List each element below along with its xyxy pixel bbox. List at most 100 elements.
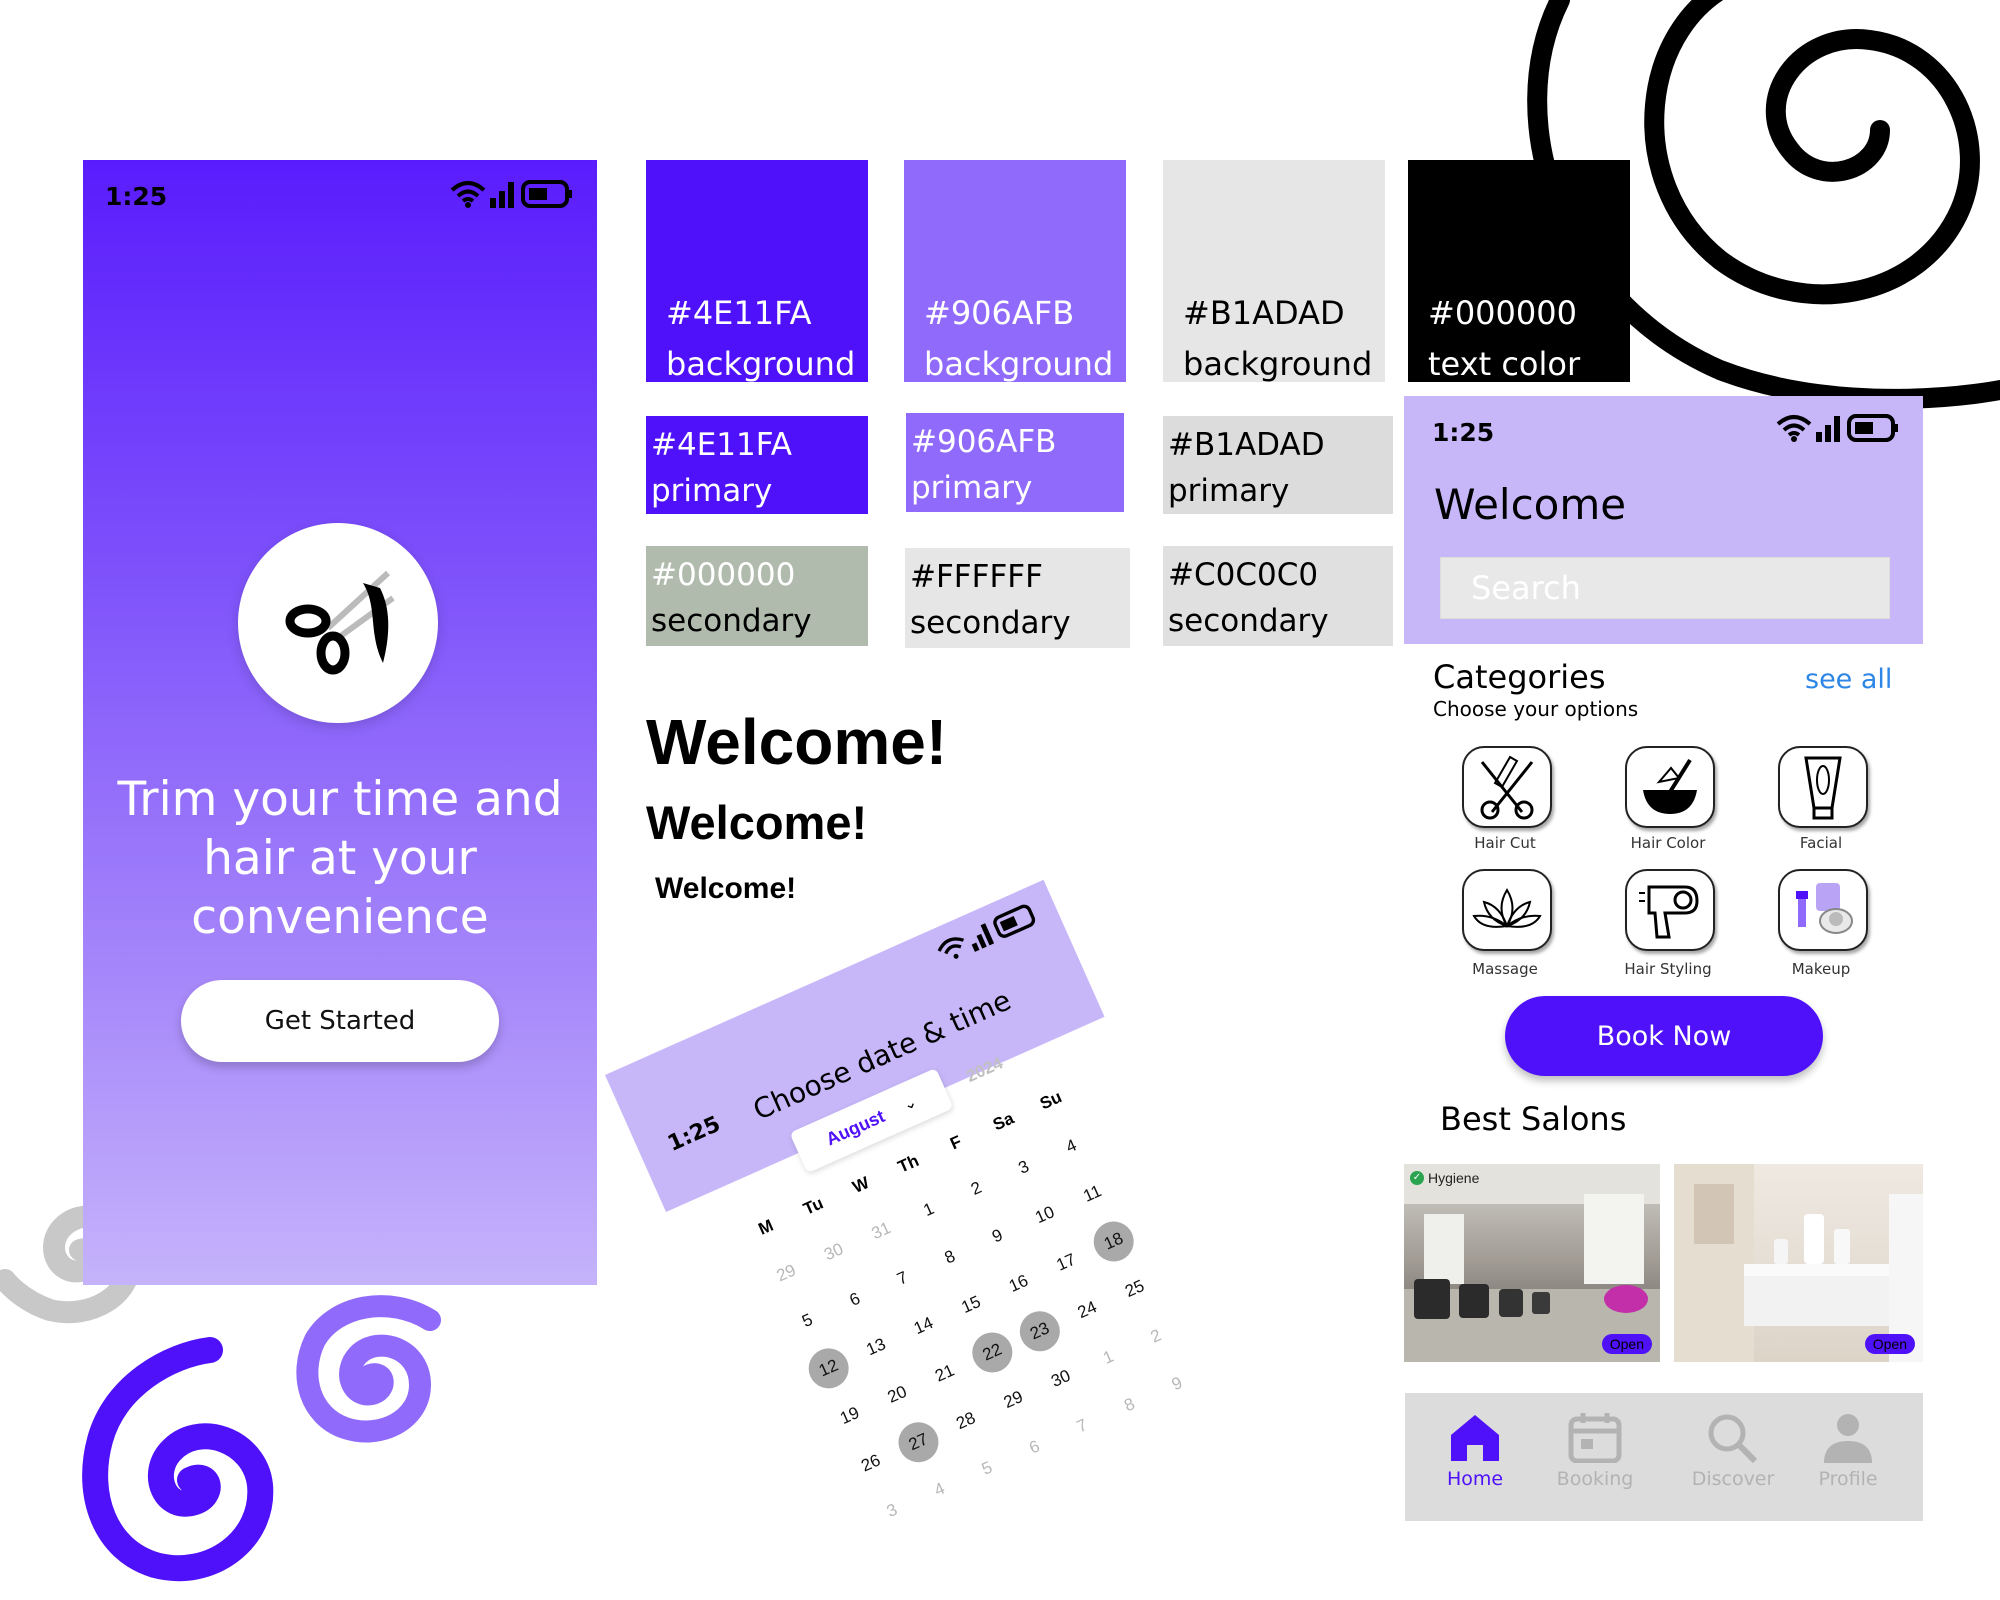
calendar-day[interactable]: 20 [871, 1368, 924, 1421]
status-time: 1:25 [1432, 418, 1495, 447]
calendar-day[interactable]: 2 [950, 1162, 1003, 1215]
calendar-icon [1568, 1413, 1622, 1464]
swatch-hex: #906AFB [911, 424, 1057, 460]
get-started-button[interactable]: Get Started [181, 980, 499, 1062]
wifi-icon [1776, 415, 1812, 442]
swatch-role: background [924, 345, 1114, 383]
calendar-day-selected[interactable]: 22 [965, 1326, 1019, 1379]
check-icon: ✓ [1410, 1171, 1424, 1185]
salon-card[interactable]: ✓ Hygiene Open [1404, 1164, 1660, 1362]
category-massage[interactable] [1462, 869, 1552, 951]
nav-booking[interactable]: Booking [1540, 1411, 1650, 1490]
onboarding-screen: 1:25 Trim your time and hair at your con… [83, 160, 597, 1285]
swatch-primary-1: #4E11FA primary [646, 416, 868, 514]
calendar-day[interactable]: 16 [992, 1257, 1045, 1310]
calendar-day[interactable]: 25 [1108, 1263, 1161, 1316]
calendar-day[interactable]: 19 [823, 1389, 876, 1442]
calendar-day[interactable]: 17 [1040, 1236, 1093, 1289]
calendar-day-selected[interactable]: 27 [892, 1415, 945, 1469]
calendar-day[interactable]: 31 [855, 1205, 908, 1258]
category-facial[interactable] [1778, 746, 1868, 828]
swatch-role: primary [1168, 473, 1290, 509]
swatch-primary-bg: #4E11FA background [646, 160, 868, 383]
battery-icon [521, 180, 572, 208]
calendar-day[interactable]: 21 [918, 1347, 971, 1400]
scissors-hair-icon [285, 570, 395, 675]
calendar-day[interactable]: 29 [760, 1247, 813, 1300]
hair-dryer-icon [1639, 885, 1699, 939]
weekday-label: W [849, 1173, 873, 1197]
weekday-label: Sa [989, 1108, 1017, 1135]
nav-home[interactable]: Home [1435, 1411, 1515, 1490]
swatch-role: secondary [910, 605, 1071, 641]
battery-icon [1847, 414, 1898, 442]
signal-icon [490, 182, 517, 208]
calendar-day[interactable]: 6 [829, 1273, 882, 1326]
calendar-day[interactable]: 9 [971, 1210, 1024, 1263]
calendar-day[interactable]: 28 [940, 1395, 993, 1448]
calendar-day[interactable]: 13 [850, 1321, 903, 1374]
status-icons [934, 901, 1041, 966]
calendar-day[interactable]: 1 [902, 1184, 955, 1237]
category-label: Massage [1472, 960, 1538, 978]
cream-tube-icon [1804, 756, 1842, 820]
category-label: Hair Cut [1474, 834, 1536, 852]
nav-discover[interactable]: Discover [1673, 1411, 1793, 1490]
home-header: 1:25 Welcome Search [1404, 396, 1923, 644]
swatch-role: background [666, 345, 856, 383]
hygiene-label: Hygiene [1428, 1170, 1480, 1186]
calendar-day[interactable]: 4 [913, 1463, 966, 1516]
calendar-day[interactable]: 14 [897, 1300, 950, 1353]
calendar-day[interactable]: 24 [1061, 1284, 1114, 1337]
calendar-day[interactable]: 3 [997, 1141, 1050, 1194]
category-hair-cut[interactable] [1462, 746, 1552, 828]
category-label: Hair Styling [1624, 960, 1712, 978]
tagline-line: Trim your time and [117, 772, 563, 827]
category-makeup[interactable] [1778, 869, 1868, 951]
open-badge: Open [1601, 1334, 1652, 1354]
calendar-day[interactable]: 6 [1008, 1421, 1061, 1474]
salon-card[interactable]: Open [1674, 1164, 1923, 1362]
calendar-day[interactable]: 4 [1045, 1120, 1098, 1173]
swatch-hex: #4E11FA [651, 427, 792, 463]
calendar-day[interactable]: 15 [945, 1279, 998, 1332]
calendar-day[interactable]: 5 [781, 1294, 834, 1347]
chevron-down-icon: ⌄ [900, 1093, 920, 1115]
calendar-day[interactable]: 10 [1019, 1189, 1072, 1242]
search-placeholder: Search [1471, 569, 1581, 607]
calendar-day-selected[interactable]: 23 [1013, 1304, 1067, 1358]
category-label: Facial [1799, 834, 1843, 852]
swatch-role: text color [1428, 345, 1581, 383]
calendar-day[interactable]: 9 [1151, 1358, 1204, 1411]
calendar-day[interactable]: 29 [987, 1374, 1040, 1427]
weekday-label: F [947, 1131, 965, 1154]
calendar-day[interactable]: 30 [807, 1226, 860, 1279]
nav-label: Profile [1818, 1468, 1878, 1490]
calendar-day[interactable]: 7 [876, 1252, 929, 1305]
calendar-day[interactable]: 11 [1066, 1168, 1119, 1221]
search-input[interactable]: Search [1440, 557, 1890, 619]
swatch-grey-bg: #B1ADAD background [1163, 160, 1385, 383]
calendar-day[interactable]: 2 [1130, 1310, 1183, 1363]
bottom-nav: Home Booking Discover Profile [1405, 1393, 1923, 1521]
book-now-button[interactable]: Book Now [1505, 996, 1823, 1076]
open-badge: Open [1864, 1334, 1915, 1354]
battery-icon [993, 904, 1036, 938]
calendar-day[interactable]: 26 [845, 1437, 898, 1490]
calendar-day[interactable]: 8 [924, 1231, 977, 1284]
calendar-day[interactable]: 1 [1082, 1331, 1135, 1384]
category-hair-styling[interactable] [1625, 869, 1715, 951]
see-all-link[interactable]: see all [1805, 664, 1892, 695]
nav-label: Booking [1556, 1468, 1634, 1490]
status-icons [450, 180, 573, 208]
calendar-day[interactable]: 30 [1035, 1352, 1088, 1405]
calendar-day-selected[interactable]: 18 [1087, 1215, 1141, 1268]
category-hair-color[interactable] [1625, 746, 1715, 828]
calendar-day[interactable]: 5 [961, 1442, 1014, 1495]
calendar-day[interactable]: 3 [866, 1484, 919, 1537]
calendar-day[interactable]: 8 [1103, 1379, 1156, 1432]
calendar-day[interactable]: 7 [1056, 1400, 1109, 1453]
nav-profile[interactable]: Profile [1803, 1411, 1893, 1490]
calendar-day-selected[interactable]: 12 [802, 1341, 856, 1395]
weekday-label: Tu [800, 1193, 827, 1219]
